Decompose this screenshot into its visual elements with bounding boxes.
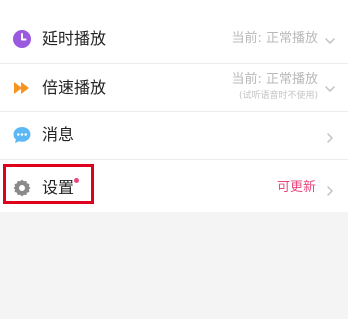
chat-bubble-icon: [12, 125, 32, 145]
chevron-right-icon: [324, 182, 336, 196]
speed-play-row[interactable]: 倍速播放 当前: 正常播放 (试听语音时不使用): [0, 64, 348, 112]
delay-play-value: 当前: 正常播放: [231, 31, 318, 46]
speed-play-value: 当前: 正常播放: [231, 72, 318, 87]
update-available-label: 可更新: [276, 180, 316, 195]
messages-label: 消息: [42, 125, 75, 144]
fast-forward-icon: [12, 78, 32, 98]
chevron-down-icon: [324, 32, 336, 44]
chevron-right-icon: [324, 129, 336, 143]
delay-play-row[interactable]: 延时播放 当前: 正常播放: [0, 14, 348, 64]
delay-play-label: 延时播放: [42, 29, 107, 48]
settings-highlight-box: [3, 164, 94, 204]
messages-row[interactable]: 消息: [0, 112, 348, 160]
speed-play-label: 倍速播放: [42, 78, 107, 97]
clock-icon: [12, 29, 32, 49]
chevron-down-icon: [324, 80, 336, 92]
speed-play-note: (试听语音时不使用): [238, 91, 318, 101]
